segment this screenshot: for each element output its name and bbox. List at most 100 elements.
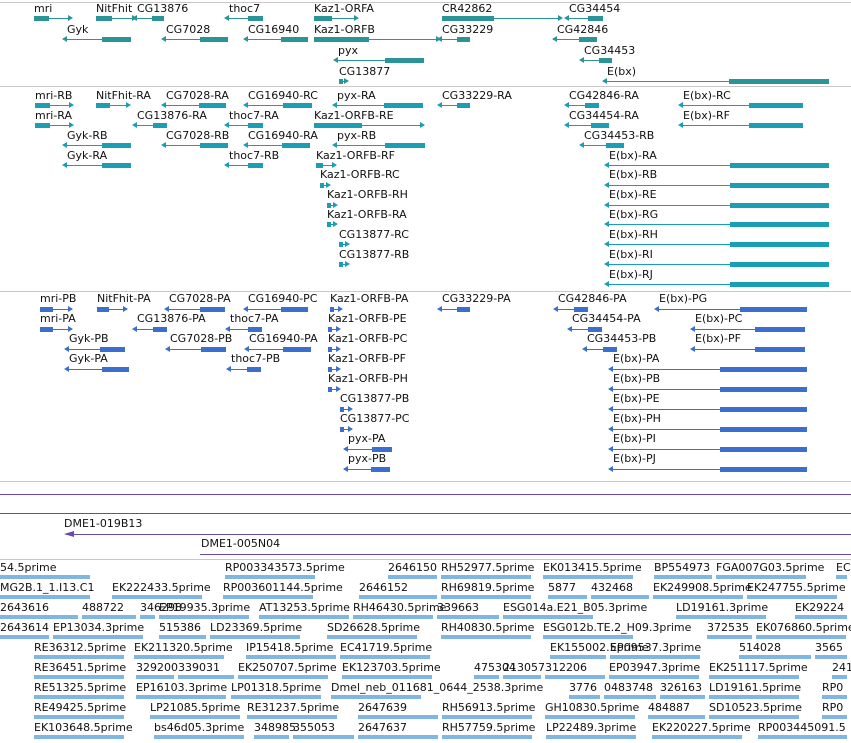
est-label[interactable]: EP09537.3prime	[610, 641, 701, 654]
feature-bar-cg16940-rc[interactable]	[283, 103, 312, 108]
clone-label-dme1-019b13[interactable]: DME1-019B13	[64, 517, 142, 530]
feature-label-mri-pa[interactable]: mri-PA	[40, 312, 76, 325]
est-bar[interactable]	[648, 715, 705, 719]
feature-label-ebx-ra[interactable]: E(bx)-RA	[609, 149, 657, 162]
feature-bar-cg16940-pc[interactable]	[281, 307, 308, 312]
feature-label-kaz1-orfb-rc[interactable]: Kaz1-ORFB-RC	[320, 168, 400, 181]
feature-label-cg42846-ra[interactable]: CG42846-RA	[569, 89, 639, 102]
est-label[interactable]: LP01318.5prime	[231, 681, 321, 694]
feature-bar-kaz1-orfb-ra[interactable]	[327, 222, 331, 227]
feature-label-cg34453-pb[interactable]: CG34453-PB	[587, 332, 656, 345]
est-label[interactable]: EK251117.5prime	[709, 661, 808, 674]
feature-label-ebx-rc[interactable]: E(bx)-RC	[683, 89, 731, 102]
feature-label-cg34454[interactable]: CG34454	[569, 2, 620, 15]
est-label[interactable]: 488722	[82, 601, 124, 614]
feature-label-ebx-pb[interactable]: E(bx)-PB	[613, 372, 660, 385]
est-bar[interactable]	[140, 615, 155, 619]
est-label[interactable]: EK247755.5prime	[747, 581, 846, 594]
feature-label-cg42846[interactable]: CG42846	[557, 23, 608, 36]
est-label[interactable]: EK220227.5prime	[652, 721, 751, 734]
est-bar[interactable]	[331, 695, 421, 699]
feature-bar-cg7028[interactable]	[200, 37, 228, 42]
feature-label-mri-pb[interactable]: mri-PB	[40, 292, 76, 305]
est-label[interactable]: EP13034.3prime	[53, 621, 144, 634]
est-bar[interactable]	[442, 735, 532, 739]
feature-label-kaz1-orfb-pc[interactable]: Kaz1-ORFB-PC	[328, 332, 407, 345]
est-bar[interactable]	[210, 635, 300, 639]
est-bar[interactable]	[34, 715, 124, 719]
feature-bar-ebx-rb[interactable]	[730, 183, 829, 188]
clone-bar-dme1-019b13[interactable]	[66, 534, 851, 535]
feature-label-ebx-ph[interactable]: E(bx)-PH	[613, 412, 661, 425]
est-label[interactable]: 515386	[159, 621, 201, 634]
feature-label-ebx-rj[interactable]: E(bx)-RJ	[609, 268, 653, 281]
feature-label-cg34453[interactable]: CG34453	[584, 44, 635, 57]
est-label[interactable]: RE36451.5prime	[34, 661, 126, 674]
est-label[interactable]: 2643616	[0, 601, 49, 614]
est-label[interactable]: EK29224	[795, 601, 844, 614]
est-bar[interactable]	[254, 735, 289, 739]
est-bar[interactable]	[707, 635, 752, 639]
feature-label-ebx-re[interactable]: E(bx)-RE	[609, 188, 657, 201]
feature-label-kaz1-orfb[interactable]: Kaz1-ORFB	[314, 23, 375, 36]
feature-label-kaz1-orfb-ph[interactable]: Kaz1-ORFB-PH	[328, 372, 408, 385]
est-bar[interactable]	[441, 635, 531, 639]
est-label[interactable]: 312206	[545, 661, 587, 674]
est-bar[interactable]	[758, 735, 847, 739]
feature-bar-cg34453-rb[interactable]	[606, 143, 624, 148]
feature-label-ebx-pe[interactable]: E(bx)-PE	[613, 392, 660, 405]
feature-bar-thoc7-ra[interactable]	[248, 123, 263, 128]
est-bar[interactable]	[503, 675, 541, 679]
est-label[interactable]: 2643614	[0, 621, 49, 634]
est-bar[interactable]	[259, 615, 349, 619]
feature-label-cg33229[interactable]: CG33229	[442, 23, 493, 36]
feature-label-ebx-pg[interactable]: E(bx)-PG	[659, 292, 707, 305]
feature-label-kaz1-orfb-re[interactable]: Kaz1-ORFB-RE	[314, 109, 394, 122]
est-bar[interactable]	[134, 655, 224, 659]
est-label[interactable]: RE31237.5prime	[247, 701, 339, 714]
est-bar[interactable]	[0, 575, 90, 579]
feature-label-ebx-ri[interactable]: E(bx)-RI	[609, 248, 653, 261]
est-label[interactable]: LD23369.5prime	[210, 621, 302, 634]
feature-bar-cg33229-pa[interactable]	[457, 307, 470, 312]
est-bar[interactable]	[756, 635, 846, 639]
est-label[interactable]: EC	[836, 561, 851, 574]
est-label[interactable]: EK103648.5prime	[34, 721, 133, 734]
feature-label-pyx-pb[interactable]: pyx-PB	[348, 452, 386, 465]
feature-label-cg34453-rb[interactable]: CG34453-RB	[584, 129, 654, 142]
feature-bar-cg16940-ra[interactable]	[282, 143, 310, 148]
feature-bar-ebx-rh[interactable]	[730, 242, 829, 247]
est-bar[interactable]	[474, 675, 499, 679]
est-label[interactable]: EC41719.5prime	[340, 641, 432, 654]
feature-bar-ebx-rj[interactable]	[730, 282, 829, 287]
feature-label-cg34454-pa[interactable]: CG34454-PA	[572, 312, 641, 325]
feature-bar-cg16940-pa[interactable]	[283, 347, 311, 352]
est-label[interactable]: Dmel_neb_011681_0644_2538.3prime	[331, 681, 543, 694]
est-label[interactable]: 514028	[739, 641, 781, 654]
est-bar[interactable]	[591, 595, 649, 599]
clone-bar-dme1-005n04[interactable]	[200, 554, 851, 555]
est-bar[interactable]	[34, 655, 124, 659]
est-bar[interactable]	[441, 575, 531, 579]
est-label[interactable]: 484887	[648, 701, 690, 714]
est-bar[interactable]	[569, 695, 600, 699]
feature-bar-kaz1-orfa[interactable]	[314, 16, 332, 21]
feature-bar-cg7028-rb[interactable]	[200, 143, 228, 148]
feature-bar-ebx-rf[interactable]	[749, 123, 803, 128]
est-bar[interactable]	[815, 655, 847, 659]
feature-bar-ebx-ra[interactable]	[730, 163, 829, 168]
est-label[interactable]: RH56913.5prime	[442, 701, 535, 714]
feature-label-cg13877-rb[interactable]: CG13877-RB	[339, 248, 409, 261]
est-bar[interactable]	[747, 595, 837, 599]
est-label[interactable]: 432468	[591, 581, 633, 594]
feature-label-pyx-ra[interactable]: pyx-RA	[337, 89, 376, 102]
est-label[interactable]: RH69819.5prime	[441, 581, 534, 594]
est-label[interactable]: bs46d05.3prime	[154, 721, 244, 734]
est-bar[interactable]	[822, 715, 847, 719]
est-bar[interactable]	[437, 615, 499, 619]
est-bar[interactable]	[676, 615, 766, 619]
est-bar[interactable]	[653, 595, 743, 599]
est-label[interactable]: EK250707.5prime	[238, 661, 337, 674]
est-label[interactable]: 2646152	[359, 581, 408, 594]
feature-label-cg33229-pa[interactable]: CG33229-PA	[442, 292, 511, 305]
